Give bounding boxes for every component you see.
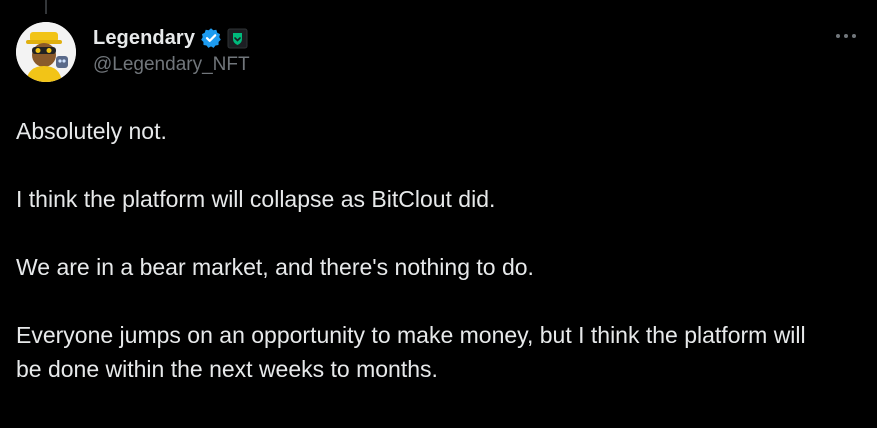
tweet-paragraph: I think the platform will collapse as Bi… bbox=[16, 186, 496, 212]
affiliate-badge-icon[interactable] bbox=[227, 28, 248, 49]
author-handle[interactable]: @Legendary_NFT bbox=[93, 54, 250, 76]
tweet-body: Absolutely not. I think the platform wil… bbox=[16, 114, 836, 386]
cartoon-avatar-icon bbox=[16, 22, 76, 82]
thread-connector-line bbox=[45, 0, 47, 14]
more-options-button[interactable] bbox=[831, 24, 861, 48]
author-display-name[interactable]: Legendary bbox=[93, 27, 195, 50]
avatar[interactable] bbox=[16, 22, 76, 82]
tweet-paragraph: Absolutely not. bbox=[16, 118, 167, 144]
more-options-icon bbox=[836, 34, 856, 38]
tweet-paragraph: Everyone jumps on an opportunity to make… bbox=[16, 322, 806, 382]
tweet-paragraph: We are in a bear market, and there's not… bbox=[16, 254, 534, 280]
name-row: Legendary bbox=[93, 24, 250, 52]
verified-badge-icon[interactable] bbox=[200, 27, 222, 49]
tweet-header: Legendary @Legendary_NFT bbox=[93, 24, 250, 76]
